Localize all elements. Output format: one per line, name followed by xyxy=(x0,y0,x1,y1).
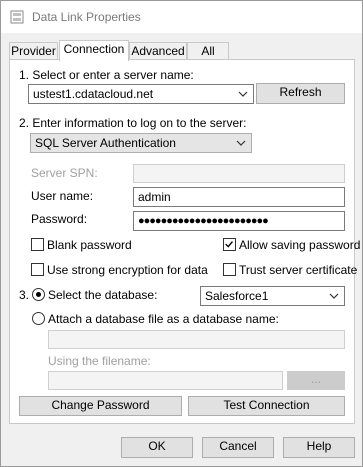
tab-provider-label: Provider xyxy=(11,44,56,58)
trust-server-certificate-checkbox[interactable] xyxy=(223,263,236,276)
tab-provider[interactable]: Provider xyxy=(9,42,58,60)
title-bar: Data Link Properties xyxy=(1,1,362,33)
server-spn-label: Server SPN: xyxy=(31,166,98,180)
refresh-button-label: Refresh xyxy=(279,85,322,99)
database-combo[interactable]: Salesforce1 xyxy=(200,286,345,306)
data-link-properties-window: Data Link Properties Provider Connection… xyxy=(0,0,363,467)
password-input[interactable]: ●●●●●●●●●●●●●●●●●●●●●●● xyxy=(133,211,345,231)
blank-password-label: Blank password xyxy=(47,238,132,252)
authentication-value: SQL Server Authentication xyxy=(35,136,176,150)
test-connection-label: Test Connection xyxy=(223,398,310,412)
allow-saving-password-checkbox[interactable] xyxy=(223,238,236,251)
change-password-button[interactable]: Change Password xyxy=(19,396,182,416)
checkmark-icon xyxy=(225,241,233,248)
select-database-radio[interactable] xyxy=(32,288,45,301)
allow-saving-password-label: Allow saving password xyxy=(239,238,361,252)
authentication-combo[interactable]: SQL Server Authentication xyxy=(30,133,252,153)
filename-input[interactable] xyxy=(48,371,283,390)
password-value: ●●●●●●●●●●●●●●●●●●●●●●● xyxy=(138,215,269,227)
using-filename-label: Using the filename: xyxy=(48,354,151,368)
help-button-label: Help xyxy=(306,439,332,453)
server-name-value: ustest1.cdatacloud.net xyxy=(33,87,154,101)
database-value: Salesforce1 xyxy=(205,289,269,303)
data-link-icon xyxy=(10,10,24,24)
username-input[interactable]: admin xyxy=(133,187,345,207)
tab-all[interactable]: All xyxy=(187,42,229,60)
tab-advanced[interactable]: Advanced xyxy=(129,42,187,60)
help-button[interactable]: Help xyxy=(283,437,355,458)
chevron-down-icon xyxy=(236,140,246,146)
chevron-down-icon xyxy=(238,91,248,97)
attach-database-radio[interactable] xyxy=(32,312,45,325)
attach-database-input[interactable] xyxy=(48,330,345,349)
select-database-label: Select the database: xyxy=(48,288,158,302)
logon-info-label: 2. Enter information to log on to the se… xyxy=(19,116,247,130)
tab-advanced-label: Advanced xyxy=(131,44,185,58)
connection-panel: 1. Select or enter a server name: ustest… xyxy=(9,59,360,424)
tab-connection[interactable]: Connection xyxy=(59,40,129,61)
refresh-button[interactable]: Refresh xyxy=(256,83,345,104)
tab-connection-label: Connection xyxy=(63,42,125,56)
test-connection-button[interactable]: Test Connection xyxy=(188,396,345,416)
server-name-combo[interactable]: ustest1.cdatacloud.net xyxy=(28,84,254,104)
username-label: User name: xyxy=(31,189,94,203)
server-name-label: 1. Select or enter a server name: xyxy=(19,68,194,82)
ok-button[interactable]: OK xyxy=(121,437,193,458)
browse-button[interactable]: ... xyxy=(287,371,345,390)
cancel-button[interactable]: Cancel xyxy=(202,437,274,458)
browse-button-label: ... xyxy=(310,372,321,386)
username-value: admin xyxy=(138,190,171,204)
strong-encryption-checkbox[interactable] xyxy=(31,263,44,276)
window-title: Data Link Properties xyxy=(32,10,141,24)
trust-server-certificate-label: Trust server certificate xyxy=(239,263,358,277)
section-3-number: 3. xyxy=(19,288,30,302)
radio-selected-dot xyxy=(36,292,41,297)
attach-database-label: Attach a database file as a database nam… xyxy=(48,312,279,326)
blank-password-checkbox[interactable] xyxy=(31,238,44,251)
tab-all-label: All xyxy=(201,44,215,58)
cancel-button-label: Cancel xyxy=(219,439,257,453)
ok-button-label: OK xyxy=(148,439,166,453)
strong-encryption-label: Use strong encryption for data xyxy=(47,263,208,277)
change-password-label: Change Password xyxy=(51,398,150,412)
password-label: Password: xyxy=(31,212,88,226)
server-spn-input[interactable] xyxy=(133,164,345,183)
chevron-down-icon xyxy=(329,293,339,299)
